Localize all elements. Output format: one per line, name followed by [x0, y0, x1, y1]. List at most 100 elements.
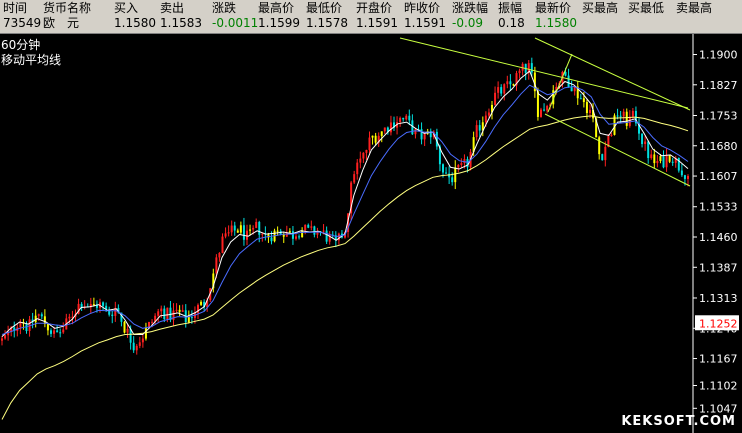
candle-body	[187, 317, 190, 323]
candle-body	[56, 330, 59, 333]
candle-body	[622, 111, 625, 117]
candle-body	[258, 221, 261, 235]
candle-body	[448, 173, 451, 178]
quote-header-3[interactable]: 卖出	[160, 1, 184, 16]
quote-value-9: -0.09	[452, 16, 484, 30]
candle-body	[178, 309, 181, 312]
candle-body	[102, 302, 105, 306]
candle-body	[138, 342, 141, 346]
candle-body	[445, 172, 448, 174]
quote-header-6[interactable]: 最低价	[306, 1, 342, 16]
quote-header-7[interactable]: 开盘价	[356, 1, 392, 16]
candle-body	[589, 109, 591, 114]
candle-body	[160, 308, 163, 312]
chart-area[interactable]: 1.1900 1.1827 1.1753 1.1680 1.1607 1.1533 1.14…	[0, 34, 742, 433]
candle-body	[190, 317, 193, 319]
candle-body	[288, 231, 291, 233]
quote-header-13[interactable]: 买最低	[628, 1, 664, 16]
candle-body	[414, 129, 417, 135]
quote-value-8: 1.1591	[404, 16, 446, 30]
quote-header-12[interactable]: 买最高	[582, 1, 618, 16]
candle-body	[484, 115, 487, 123]
candle-body	[249, 229, 252, 231]
indicator-label: 移动平均线	[1, 53, 62, 67]
candle-body	[671, 161, 674, 163]
price-tick-label: 1.1167	[699, 353, 738, 366]
candle-body	[242, 225, 245, 240]
candle-body	[653, 154, 656, 164]
candle-body	[389, 122, 392, 133]
candle-body	[132, 342, 135, 351]
candle-body	[512, 84, 515, 86]
quote-value-0: 73549	[3, 16, 42, 30]
candle-body	[374, 135, 377, 143]
candle-body	[668, 155, 671, 162]
candle-body	[478, 125, 481, 131]
quote-header-11[interactable]: 最新价	[535, 1, 571, 16]
quote-header-2[interactable]: 买入	[114, 1, 138, 16]
candle-body	[665, 155, 668, 168]
candle-body	[405, 115, 408, 120]
candle-body	[255, 221, 258, 228]
candle-body	[423, 133, 426, 140]
candle-body	[411, 120, 414, 135]
candle-body	[362, 152, 365, 159]
candle-body	[135, 345, 138, 351]
quote-header-1[interactable]: 货币名称	[43, 1, 91, 16]
candle-body	[218, 252, 221, 258]
quote-header-9[interactable]: 涨跌幅	[452, 1, 488, 16]
price-tick-label: 1.1753	[699, 109, 738, 122]
candle-body	[163, 308, 166, 320]
quote-header-10[interactable]: 振幅	[498, 1, 522, 16]
quote-header-0[interactable]: 时间	[3, 1, 27, 16]
candle-body	[509, 81, 512, 85]
candle-body	[359, 158, 362, 163]
candle-body	[227, 232, 230, 234]
quote-value-1: 欧 元	[43, 16, 80, 30]
candlestick-chart[interactable]: 1.1900 1.1827 1.1753 1.1680 1.1607 1.1533 1.14…	[0, 34, 742, 433]
candle-body	[383, 127, 386, 132]
candle-body	[371, 135, 374, 138]
candle-body	[276, 230, 279, 232]
candle-body	[647, 141, 650, 159]
candle-body	[506, 81, 509, 85]
moving-average-line-2	[1, 115, 689, 420]
candle-body	[151, 321, 154, 323]
candle-body	[141, 338, 144, 343]
candle-body	[40, 314, 43, 317]
candle-body	[291, 231, 294, 239]
candle-body	[221, 236, 224, 253]
candle-body	[683, 175, 686, 179]
price-tick-label: 1.1827	[699, 79, 738, 92]
candle-body	[282, 234, 285, 237]
candle-body	[270, 237, 273, 242]
candle-body	[503, 84, 506, 94]
quote-header-4[interactable]: 涨跌	[212, 1, 236, 16]
quote-value-10: 0.18	[498, 16, 525, 30]
candle-body	[402, 117, 405, 120]
candle-body	[325, 230, 328, 242]
candle-body	[601, 154, 604, 161]
quote-header-8[interactable]: 昨收价	[404, 1, 440, 16]
candle-body	[356, 162, 359, 175]
watermark: KEKSOFT.COM	[621, 414, 736, 429]
candle-body	[59, 332, 62, 334]
candle-body	[659, 156, 662, 162]
candle-body	[353, 174, 356, 183]
quote-header-14[interactable]: 卖最高	[676, 1, 712, 16]
candle-body	[298, 236, 301, 238]
candle-body	[380, 131, 383, 136]
candle-body	[641, 133, 644, 145]
candle-body	[518, 70, 521, 74]
price-tick-label: 1.1102	[699, 379, 738, 392]
quote-value-4: -0.0011	[212, 16, 259, 30]
price-tick-label: 1.1533	[699, 201, 738, 214]
quote-value-3: 1.1583	[160, 16, 202, 30]
candle-body	[246, 230, 248, 240]
candle-body	[582, 98, 585, 103]
candle-body	[399, 117, 402, 123]
price-tick-label: 1.1680	[699, 140, 738, 153]
period-label: 60分钟	[1, 38, 41, 52]
quote-header-5[interactable]: 最高价	[258, 1, 294, 16]
candle-body	[365, 149, 368, 153]
